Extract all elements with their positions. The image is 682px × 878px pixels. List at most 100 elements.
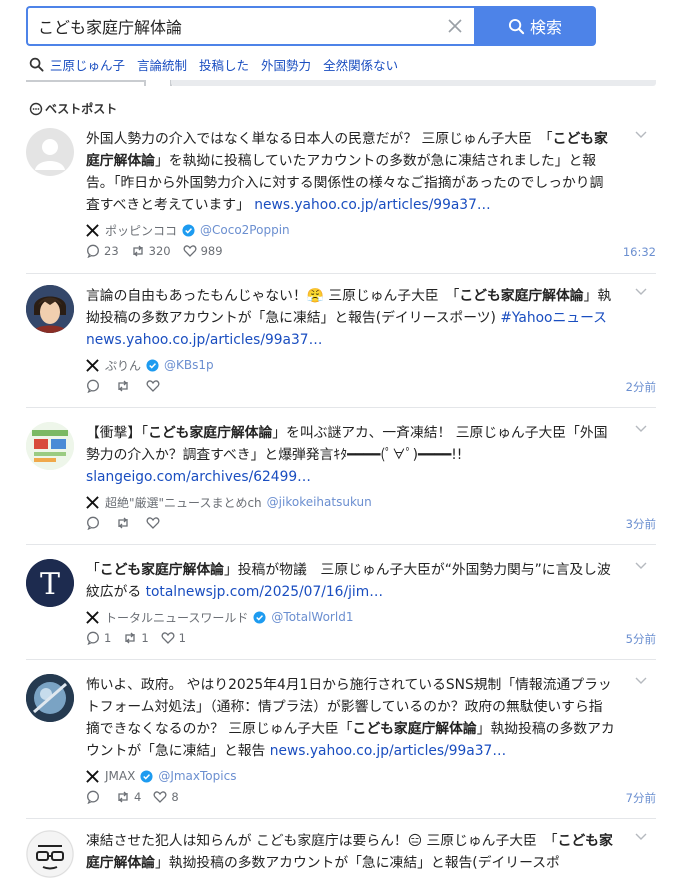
tab-strip bbox=[26, 80, 656, 86]
like-count: 1 bbox=[178, 631, 186, 645]
post-link[interactable]: news.yahoo.co.jp/articles/99a37… bbox=[254, 197, 490, 213]
clear-icon[interactable] bbox=[445, 16, 465, 36]
repost-button[interactable] bbox=[116, 516, 134, 530]
verified-badge-icon bbox=[140, 769, 153, 783]
post-link[interactable]: news.yahoo.co.jp/articles/99a37… bbox=[86, 332, 322, 348]
author-name[interactable]: ぷりん bbox=[105, 357, 141, 374]
repost-icon bbox=[118, 517, 128, 529]
repost-count: 320 bbox=[148, 244, 171, 258]
repost-button[interactable]: 320 bbox=[131, 244, 171, 258]
x-logo-icon bbox=[86, 610, 99, 624]
reply-icon bbox=[87, 631, 99, 645]
post-actions: 4 8 bbox=[86, 789, 616, 805]
like-button[interactable]: 1 bbox=[161, 631, 186, 645]
post-card[interactable]: 外国人勢力の介入ではなく単なる日本人の民意だが？ 三原じゅん子大臣 「こども家庭… bbox=[26, 128, 656, 274]
chevron-down-icon[interactable] bbox=[634, 130, 648, 140]
author-name[interactable]: JMAX bbox=[105, 769, 135, 783]
reply-icon bbox=[87, 244, 99, 258]
post-time[interactable]: 3分前 bbox=[626, 516, 656, 532]
chevron-down-icon[interactable] bbox=[634, 424, 648, 434]
search-button-label: 検索 bbox=[529, 18, 562, 37]
author-handle[interactable]: @TotalWorld1 bbox=[271, 610, 353, 624]
author-handle[interactable]: @Coco2Poppin bbox=[200, 223, 290, 237]
post-time[interactable]: 5分前 bbox=[626, 631, 656, 647]
author-name[interactable]: ポッピンココ bbox=[105, 222, 177, 239]
hashtag-link[interactable]: #Yahooニュース bbox=[500, 310, 607, 326]
related-link[interactable]: 言論統制 bbox=[137, 55, 187, 74]
author-handle[interactable]: @jikokeihatsukun bbox=[267, 495, 372, 509]
author-name[interactable]: トータルニュースワールド bbox=[105, 609, 248, 626]
like-button[interactable]: 989 bbox=[183, 244, 223, 258]
post-time[interactable]: 7分前 bbox=[626, 790, 656, 806]
repost-icon bbox=[132, 245, 143, 257]
reply-icon bbox=[87, 379, 99, 393]
reply-button[interactable]: 23 bbox=[86, 244, 119, 258]
chevron-down-icon[interactable] bbox=[634, 832, 648, 842]
post-actions bbox=[86, 378, 616, 394]
post-text: 凍結させた犯人は知らんが こども家庭庁は要らん！😑 三原じゅん子大臣 「こども家… bbox=[86, 833, 613, 871]
repost-count: 4 bbox=[134, 790, 142, 804]
repost-button[interactable]: 4 bbox=[116, 790, 141, 804]
post-text: 「こども家庭庁解体論」投稿が物議 三原じゅん子大臣が“外国勢力関与”に言及し波紋… bbox=[86, 562, 611, 600]
post-text: 言論の自由もあったもんじゃない！😤 三原じゅん子大臣 「こども家庭庁解体論」執拗… bbox=[86, 288, 612, 348]
avatar[interactable] bbox=[26, 285, 74, 333]
heart-icon bbox=[146, 517, 160, 529]
post-text: 怖いよ、政府。 やはり2025年4月1日から施行されているSNS規制「情報流通プ… bbox=[86, 677, 615, 759]
avatar[interactable] bbox=[26, 128, 74, 176]
reply-button[interactable] bbox=[86, 790, 104, 804]
related-searches: 三原じゅん子 言論統制 投稿した 外国勢力 全然関係ない bbox=[29, 55, 410, 73]
chevron-down-icon[interactable] bbox=[634, 676, 648, 686]
reply-icon bbox=[87, 790, 99, 804]
post-time[interactable]: 16:32 bbox=[623, 245, 656, 259]
like-button[interactable] bbox=[146, 516, 164, 530]
reply-button[interactable] bbox=[86, 516, 104, 530]
related-link[interactable]: 三原じゅん子 bbox=[50, 55, 125, 74]
related-link[interactable]: 全然関係ない bbox=[323, 55, 398, 74]
chevron-down-icon[interactable] bbox=[634, 561, 648, 571]
related-link[interactable]: 投稿した bbox=[199, 55, 249, 74]
post-card[interactable]: 言論の自由もあったもんじゃない！😤 三原じゅん子大臣 「こども家庭庁解体論」執拗… bbox=[26, 285, 656, 408]
reply-icon bbox=[87, 516, 99, 530]
post-link[interactable]: slangeigo.com/archives/62499… bbox=[86, 469, 311, 485]
post-link[interactable]: totalnewsjp.com/2025/07/16/jim… bbox=[146, 584, 383, 600]
post-author: トータルニュースワールド @TotalWorld1 bbox=[86, 609, 616, 625]
author-handle[interactable]: @JmaxTopics bbox=[158, 769, 236, 783]
post-card[interactable]: T 「こども家庭庁解体論」投稿が物議 三原じゅん子大臣が“外国勢力関与”に言及し… bbox=[26, 559, 656, 660]
related-link[interactable]: 外国勢力 bbox=[261, 55, 311, 74]
svg-text:T: T bbox=[40, 567, 60, 602]
post-card[interactable]: 【衝撃】「こども家庭庁解体論」を叫ぶ謎アカ、一斉凍結！ 三原じゅん子大臣「外国勢… bbox=[26, 422, 656, 545]
chevron-down-icon[interactable] bbox=[634, 287, 648, 297]
post-card[interactable]: 怖いよ、政府。 やはり2025年4月1日から施行されているSNS規制「情報流通プ… bbox=[26, 674, 656, 819]
reply-button[interactable]: 1 bbox=[86, 631, 111, 645]
x-logo-icon bbox=[86, 223, 99, 237]
repost-button[interactable] bbox=[116, 379, 134, 393]
post-actions bbox=[86, 515, 616, 531]
post-author: ぷりん @KBs1p bbox=[86, 357, 616, 373]
heart-icon bbox=[161, 632, 175, 644]
post-actions: 23 320 989 bbox=[86, 243, 616, 259]
repost-count: 1 bbox=[141, 631, 149, 645]
section-title: ベストポスト bbox=[29, 100, 117, 117]
like-count: 989 bbox=[200, 244, 223, 258]
repost-button[interactable]: 1 bbox=[123, 631, 149, 645]
repost-icon bbox=[125, 632, 135, 644]
avatar[interactable]: T bbox=[26, 559, 74, 607]
like-button[interactable] bbox=[146, 379, 164, 393]
like-button[interactable]: 8 bbox=[153, 790, 179, 804]
author-handle[interactable]: @KBs1p bbox=[164, 358, 214, 372]
avatar[interactable] bbox=[26, 674, 74, 722]
heart-icon bbox=[153, 791, 167, 803]
reply-count: 1 bbox=[104, 631, 112, 645]
author-name[interactable]: 超絶"厳選"ニュースまとめch bbox=[105, 494, 262, 511]
post-actions: 1 1 1 bbox=[86, 630, 616, 646]
heart-icon bbox=[146, 380, 160, 392]
post-card[interactable]: 凍結させた犯人は知らんが こども家庭庁は要らん！😑 三原じゅん子大臣 「こども家… bbox=[26, 830, 656, 878]
reply-button[interactable] bbox=[86, 379, 104, 393]
search-input[interactable] bbox=[38, 8, 438, 44]
post-link[interactable]: news.yahoo.co.jp/articles/99a37… bbox=[270, 743, 506, 759]
search-button[interactable]: 検索 bbox=[474, 6, 596, 46]
post-time[interactable]: 2分前 bbox=[626, 379, 656, 395]
avatar[interactable] bbox=[26, 830, 74, 878]
heart-icon bbox=[183, 245, 197, 257]
avatar[interactable] bbox=[26, 422, 74, 470]
